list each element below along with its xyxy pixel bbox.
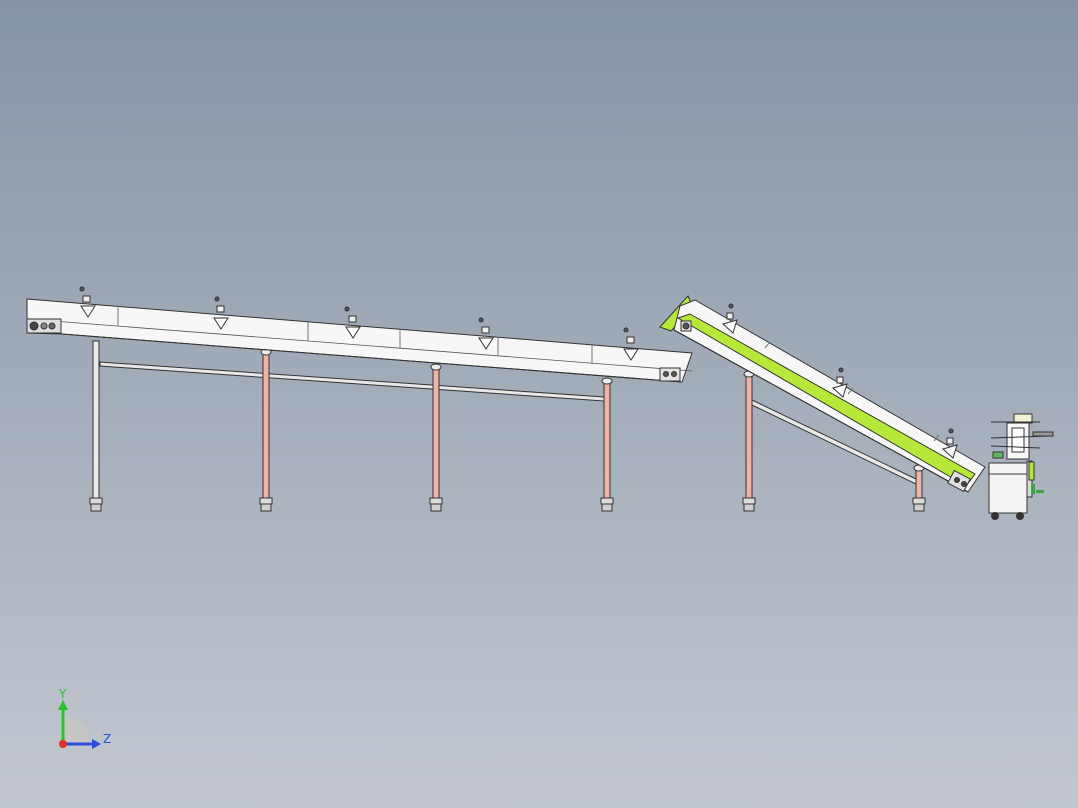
triad-quarter-disc [63, 716, 91, 744]
conveyor-assembly-model[interactable] [0, 0, 1078, 808]
machine-cabinet [988, 462, 1028, 514]
incline-conveyor[interactable] [659, 295, 986, 512]
long-conveyor[interactable] [26, 286, 693, 512]
long-conveyor-frame [26, 298, 693, 383]
view-orientation-triad[interactable]: Y Z [48, 686, 118, 756]
incline-conveyor-side-panel [676, 313, 976, 487]
triad-z-label: Z [103, 732, 111, 746]
packaging-machine[interactable] [988, 413, 1054, 520]
long-conveyor-tail-pulley [659, 367, 681, 382]
triad-y-label: Y [58, 687, 67, 701]
triad-x-axis [59, 740, 67, 748]
cad-viewport[interactable]: Y Z [0, 0, 1078, 808]
